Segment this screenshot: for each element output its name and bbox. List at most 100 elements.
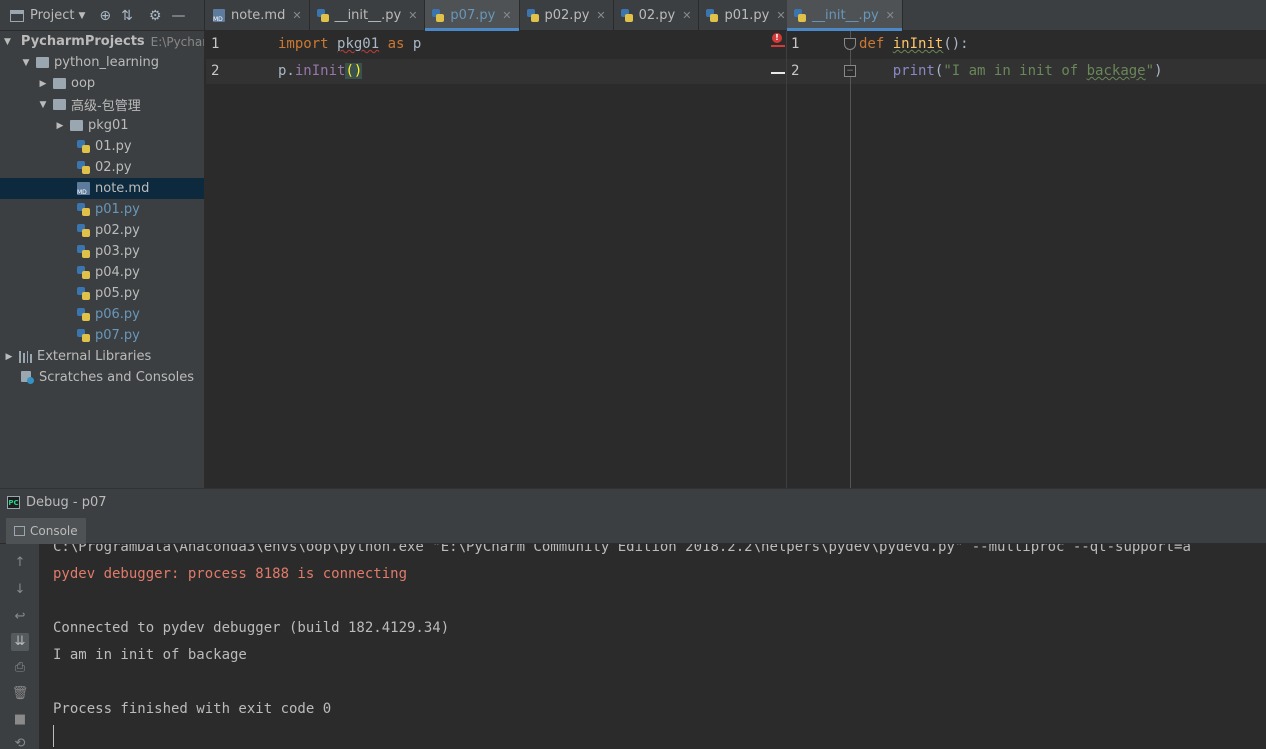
tab-label: p01.py: [724, 8, 770, 23]
chevron-down-icon[interactable]: ▼: [78, 11, 85, 21]
expanded-arrow-icon[interactable]: ▼: [4, 37, 11, 47]
tab-p02-py[interactable]: p02.py ✕: [520, 0, 614, 31]
folder-icon: [53, 78, 66, 89]
python-icon: [620, 9, 633, 22]
tree-item-package-mgmt[interactable]: ▼ 高级-包管理: [0, 94, 204, 115]
keyword-token: as: [387, 36, 405, 52]
code-line-2[interactable]: p.inInit(): [278, 63, 363, 79]
collapsed-arrow-icon[interactable]: ▶: [55, 121, 65, 131]
line-number: 2: [791, 63, 800, 79]
scroll-up-icon[interactable]: ↑: [11, 554, 29, 572]
keyword-token: import: [278, 36, 329, 52]
close-icon[interactable]: ✕: [292, 9, 301, 22]
tree-item-pycharmprojects[interactable]: ▼ PycharmProjects E:\Pycharm: [0, 31, 204, 52]
line-number: 2: [211, 63, 220, 79]
project-view-icon: [10, 9, 24, 22]
tab-p01-py[interactable]: p01.py ✕: [699, 0, 794, 31]
console-line: I am in init of backage: [53, 647, 247, 663]
tree-item-scratches[interactable]: Scratches and Consoles: [0, 367, 204, 388]
tree-item-p07-py[interactable]: p07.py: [0, 325, 204, 346]
editor-p07[interactable]: 1 2 import pkg01 as p p.inInit() !: [206, 31, 786, 488]
tree-item-02-py[interactable]: 02.py: [0, 157, 204, 178]
stop-icon[interactable]: ■: [11, 711, 29, 729]
python-file-icon: [77, 245, 90, 258]
tab-init-py-right[interactable]: __init__.py ✕: [787, 0, 903, 31]
tab-02-py[interactable]: 02.py ✕: [614, 0, 700, 31]
tree-item-p06-py[interactable]: p06.py: [0, 304, 204, 325]
locate-icon[interactable]: ⊕: [99, 8, 111, 24]
tree-item-label: Scratches and Consoles: [39, 370, 195, 385]
tree-item-p01-py[interactable]: p01.py: [0, 199, 204, 220]
console-toolbar: ↑ ↓ ↩ ⇊ ⎙ 🗑 ■ ⟲: [0, 544, 40, 749]
tab-init-py[interactable]: __init__.py ✕: [310, 0, 426, 31]
print-icon[interactable]: ⎙: [11, 659, 29, 677]
paren-token: ): [1154, 63, 1163, 79]
tree-item-label: 02.py: [95, 160, 132, 175]
tree-item-note-md[interactable]: note.md: [0, 178, 204, 199]
code-line-1[interactable]: def inInit():: [859, 36, 969, 52]
gear-icon[interactable]: ⚙: [149, 8, 162, 24]
tree-item-pkg01[interactable]: ▶ pkg01: [0, 115, 204, 136]
close-icon[interactable]: ✕: [776, 9, 785, 22]
fold-icon[interactable]: [844, 38, 856, 50]
tab-note-md[interactable]: note.md ✕: [206, 0, 310, 31]
top-tab-strip: Project ▼ ⊕ ⇅ ⚙ — note.md ✕ __init__.py …: [0, 0, 1266, 31]
python-file-icon: [77, 140, 90, 153]
console-line: Process finished with exit code 0: [53, 701, 332, 717]
line-number: 1: [791, 36, 800, 52]
left-editor-tabs: note.md ✕ __init__.py ✕ p07.py ✕ p02.py …: [206, 0, 824, 31]
tree-item-label: python_learning: [54, 55, 160, 70]
error-indicator-icon[interactable]: !: [772, 33, 782, 43]
close-icon[interactable]: ✕: [408, 9, 417, 22]
project-tree: ▼ PycharmProjects E:\Pycharm ▼ python_le…: [0, 31, 205, 488]
trash-icon[interactable]: 🗑: [11, 685, 29, 703]
soft-wrap-icon[interactable]: ↩: [11, 608, 29, 626]
tree-item-label: p05.py: [95, 286, 140, 301]
collapsed-arrow-icon[interactable]: ▶: [38, 79, 48, 89]
hide-panel-icon[interactable]: —: [171, 8, 185, 24]
tree-item-01-py[interactable]: 01.py: [0, 136, 204, 157]
close-icon[interactable]: ✕: [682, 9, 691, 22]
code-line-2[interactable]: print("I am in init of backage"): [859, 63, 1163, 79]
scroll-down-icon[interactable]: ↓: [11, 581, 29, 599]
method-token: inInit: [294, 63, 346, 79]
python-file-icon: [77, 266, 90, 279]
tree-item-label: p02.py: [95, 223, 140, 238]
close-icon[interactable]: ✕: [596, 9, 605, 22]
collapse-all-icon[interactable]: ⇅: [121, 8, 133, 24]
python-file-icon: [77, 161, 90, 174]
collapsed-arrow-icon[interactable]: ▶: [4, 352, 14, 362]
tree-item-p03-py[interactable]: p03.py: [0, 241, 204, 262]
code-line-1[interactable]: import pkg01 as p: [278, 36, 421, 52]
tab-console[interactable]: Console: [6, 518, 86, 544]
tree-item-p04-py[interactable]: p04.py: [0, 262, 204, 283]
expanded-arrow-icon[interactable]: ▼: [21, 58, 31, 68]
scratches-icon: [20, 371, 34, 384]
project-view-selector[interactable]: Project: [30, 8, 74, 23]
error-marker[interactable]: [771, 45, 785, 47]
python-file-icon: [77, 329, 90, 342]
console-output[interactable]: C:\ProgramData\Anaconda3\envs\oop\python…: [41, 544, 1266, 749]
keyword-token: def: [859, 36, 885, 52]
pycharm-logo-icon: PC: [7, 496, 20, 509]
console-caret: [53, 725, 54, 747]
tree-item-oop[interactable]: ▶ oop: [0, 73, 204, 94]
scroll-to-end-icon[interactable]: ⇊: [11, 633, 29, 651]
fold-end-icon[interactable]: −: [844, 65, 856, 77]
caret-marker[interactable]: [771, 72, 785, 74]
tree-item-label: External Libraries: [37, 349, 152, 364]
expanded-arrow-icon[interactable]: ▼: [38, 100, 48, 110]
tree-item-p02-py[interactable]: p02.py: [0, 220, 204, 241]
builtin-token: print: [892, 63, 935, 79]
debug-title: Debug - p07: [26, 495, 107, 510]
close-icon[interactable]: ✕: [502, 9, 511, 22]
folder-icon: [36, 57, 49, 68]
editor-init-py[interactable]: 1 2 − def inInit(): print("I am in init …: [787, 31, 1266, 488]
close-icon[interactable]: ✕: [886, 9, 895, 22]
tree-item-label: 高级-包管理: [71, 99, 141, 114]
tree-item-python-learning[interactable]: ▼ python_learning: [0, 52, 204, 73]
tree-item-p05-py[interactable]: p05.py: [0, 283, 204, 304]
tree-item-external-libraries[interactable]: ▶ External Libraries: [0, 346, 204, 367]
tab-p07-py[interactable]: p07.py ✕: [425, 0, 520, 31]
restore-layout-icon[interactable]: ⟲: [11, 735, 29, 749]
